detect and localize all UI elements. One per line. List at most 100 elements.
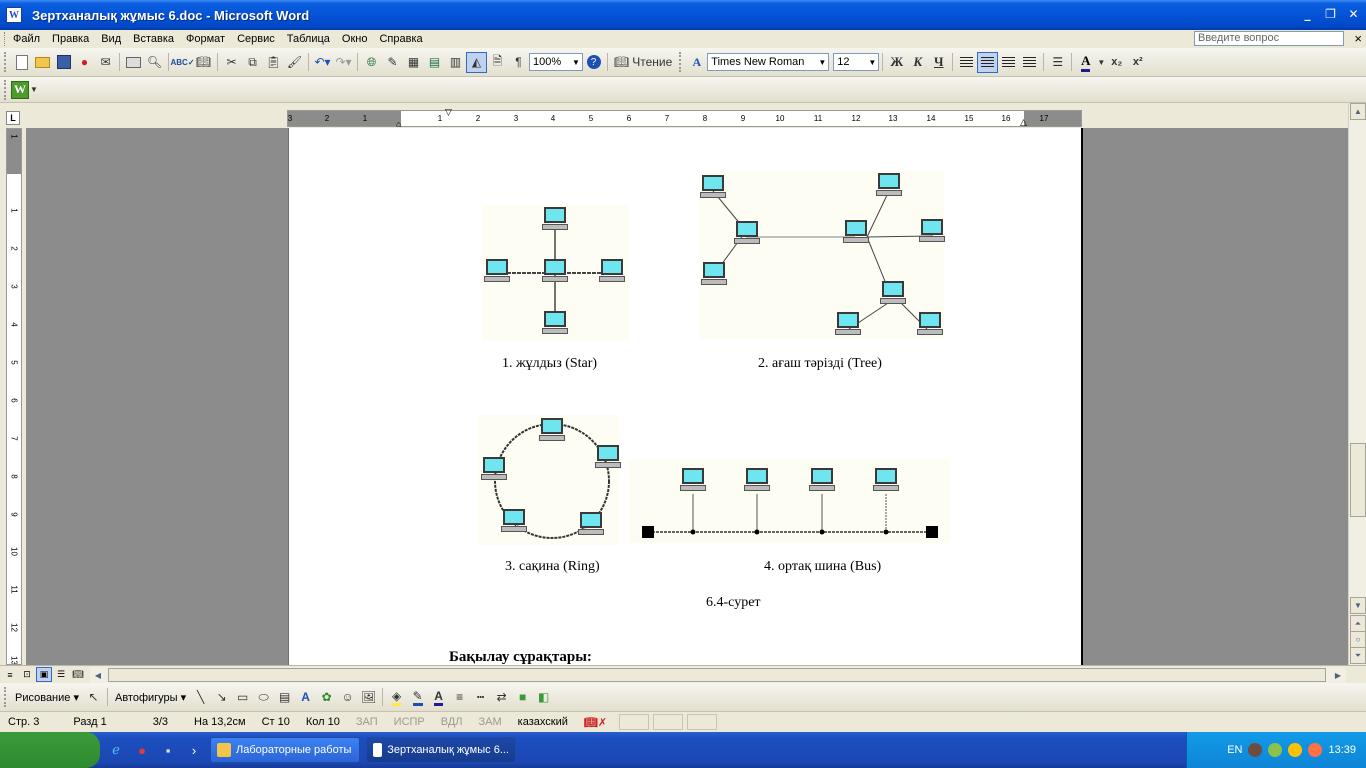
document-map-button[interactable]: 🗎︎	[487, 52, 508, 73]
ring-topology-figure[interactable]	[478, 415, 621, 545]
drawing-menu-button[interactable]: Рисование ▾	[11, 691, 83, 704]
tables-borders-button[interactable]: ✎	[382, 52, 403, 73]
scroll-up-button[interactable]: ▲	[1350, 103, 1366, 120]
font-color-dropdown[interactable]: ▼	[1096, 52, 1106, 73]
rectangle-tool-button[interactable]: ▭	[232, 687, 253, 708]
redo-button[interactable]: ↷▾	[333, 52, 354, 73]
opera-tray-icon[interactable]	[1308, 743, 1323, 757]
bullets-button[interactable]: ☰	[1047, 52, 1068, 73]
fill-color-button[interactable]: ◈	[386, 687, 407, 708]
print-preview-button[interactable]: 🔍︎	[144, 52, 165, 73]
menu-edit[interactable]: Правка	[46, 30, 95, 48]
menu-insert[interactable]: Вставка	[127, 30, 180, 48]
star-topology-figure[interactable]	[482, 205, 629, 341]
italic-button[interactable]: К	[907, 52, 928, 73]
tab-selector[interactable]: L	[6, 111, 20, 125]
font-color-button[interactable]: A	[1075, 52, 1096, 73]
restore-button[interactable]: ❐	[1320, 3, 1341, 24]
autoshapes-menu-button[interactable]: Автофигуры ▾	[111, 691, 190, 704]
line-color-button[interactable]: ✎	[407, 687, 428, 708]
picture-button[interactable]: 🖼︎	[358, 687, 379, 708]
network-tray-icon[interactable]	[1268, 743, 1283, 757]
open-button[interactable]	[32, 52, 53, 73]
vertical-scroll-thumb[interactable]	[1350, 443, 1366, 517]
drawing-font-color-button[interactable]: A	[428, 687, 449, 708]
status-overtype[interactable]: ЗАМ	[471, 716, 510, 728]
arrow-tool-button[interactable]: ↘	[211, 687, 232, 708]
clipart-button[interactable]: ☺	[337, 687, 358, 708]
ie-icon[interactable]: ℯ	[106, 740, 126, 760]
scroll-left-button[interactable]: ◀	[90, 667, 106, 683]
font-size-combo[interactable]: 12 ▼	[833, 53, 880, 71]
columns-button[interactable]: ▥	[445, 52, 466, 73]
print-button[interactable]	[123, 52, 144, 73]
document-page[interactable]: 1. жұлдыз (Star) 2. ағаш тәрізді (Tree) …	[288, 128, 1083, 665]
dash-style-button[interactable]: ┅	[470, 687, 491, 708]
new-document-button[interactable]	[11, 52, 32, 73]
language-indicator[interactable]: EN	[1227, 744, 1242, 756]
status-track-changes[interactable]: ИСПР	[386, 716, 433, 728]
chevron-down-icon[interactable]: ▼	[866, 54, 878, 70]
taskbar-item-word-document[interactable]: Зертханалық жұмыс 6...	[366, 737, 516, 763]
align-left-button[interactable]	[956, 52, 977, 73]
eye-tray-icon[interactable]	[1248, 743, 1263, 757]
next-page-button[interactable]: ⏷	[1350, 647, 1366, 664]
right-indent-marker[interactable]: △	[1020, 117, 1027, 128]
undo-button[interactable]: ↶▾	[312, 52, 333, 73]
3d-style-button[interactable]: ◧	[533, 687, 554, 708]
menu-help[interactable]: Справка	[373, 30, 428, 48]
zoom-combo[interactable]: 100% ▼	[529, 53, 583, 71]
horizontal-ruler[interactable]: 3 2 1 1 2 3 4 5 6 7 8 9 10 11 12 13 14 1…	[287, 107, 1082, 129]
at-tray-icon[interactable]	[1288, 743, 1303, 757]
paste-button[interactable]: 📋︎	[263, 52, 284, 73]
research-button[interactable]: 📖︎	[193, 52, 214, 73]
vertical-scrollbar[interactable]: ▲ ▼ ⏶ ○ ⏷	[1348, 103, 1366, 665]
wordart-button[interactable]: A	[295, 687, 316, 708]
menu-view[interactable]: Вид	[95, 30, 127, 48]
previous-page-button[interactable]: ⏶	[1350, 615, 1366, 632]
outline-view-button[interactable]: ☰	[53, 667, 69, 682]
toolbar-grip[interactable]	[679, 52, 683, 72]
tree-topology-figure[interactable]	[699, 171, 945, 339]
scroll-right-button[interactable]: ▶	[1330, 667, 1346, 683]
help-button[interactable]: ?	[583, 52, 604, 73]
close-document-button[interactable]: ×	[1354, 30, 1362, 48]
bold-button[interactable]: Ж	[886, 52, 907, 73]
diagram-button[interactable]: ✿	[316, 687, 337, 708]
line-tool-button[interactable]: ╲	[190, 687, 211, 708]
spelling-button[interactable]: ABC✓	[170, 52, 194, 73]
oval-tool-button[interactable]: ⬭	[253, 687, 274, 708]
styles-button[interactable]: A	[686, 52, 707, 73]
status-record-macro[interactable]: ЗАП	[348, 716, 386, 728]
chevron-down-icon[interactable]: ▼	[570, 54, 582, 70]
opera-icon[interactable]: ●	[132, 740, 152, 760]
underline-button[interactable]: Ч	[928, 52, 949, 73]
vertical-ruler[interactable]: 1 1 2 3 4 5 6 7 8 9 10 11 12 13	[6, 128, 22, 665]
document-area[interactable]: 1. жұлдыз (Star) 2. ағаш тәрізді (Tree) …	[26, 128, 1348, 665]
quicklaunch-chevron-icon[interactable]: ›	[184, 740, 204, 760]
save-quicklaunch-icon[interactable]: ▪	[158, 740, 178, 760]
hyperlink-button[interactable]: 🌐︎	[361, 52, 382, 73]
font-name-combo[interactable]: Times New Roman ▼	[707, 53, 830, 71]
menu-window[interactable]: Окно	[336, 30, 374, 48]
menu-tools[interactable]: Сервис	[231, 30, 281, 48]
menu-table[interactable]: Таблица	[281, 30, 336, 48]
textbox-tool-button[interactable]: ▤	[274, 687, 295, 708]
reading-view-button[interactable]: 📖︎	[70, 667, 86, 682]
insert-excel-button[interactable]: ▤	[424, 52, 445, 73]
justify-button[interactable]	[1019, 52, 1040, 73]
minimize-button[interactable]: _	[1297, 3, 1318, 24]
drawing-button[interactable]: ◭	[466, 51, 487, 73]
arrow-style-button[interactable]: ⇄	[491, 687, 512, 708]
copy-button[interactable]: ⧉	[242, 52, 263, 73]
horizontal-scroll-thumb[interactable]	[108, 668, 1326, 682]
word-addin-icon[interactable]: W	[11, 80, 29, 99]
taskbar-item-lab-works[interactable]: Лабораторные работы	[210, 737, 360, 763]
reading-button[interactable]: 📖︎ Чтение	[611, 52, 675, 73]
web-view-button[interactable]: ⊡	[19, 667, 35, 682]
ask-question-input[interactable]: Введите вопрос	[1194, 31, 1344, 46]
email-button[interactable]: ✉	[95, 52, 116, 73]
menu-file[interactable]: Файл	[7, 30, 46, 48]
first-line-indent-marker[interactable]: ▽	[445, 107, 452, 118]
toolbar-grip[interactable]	[4, 687, 8, 707]
